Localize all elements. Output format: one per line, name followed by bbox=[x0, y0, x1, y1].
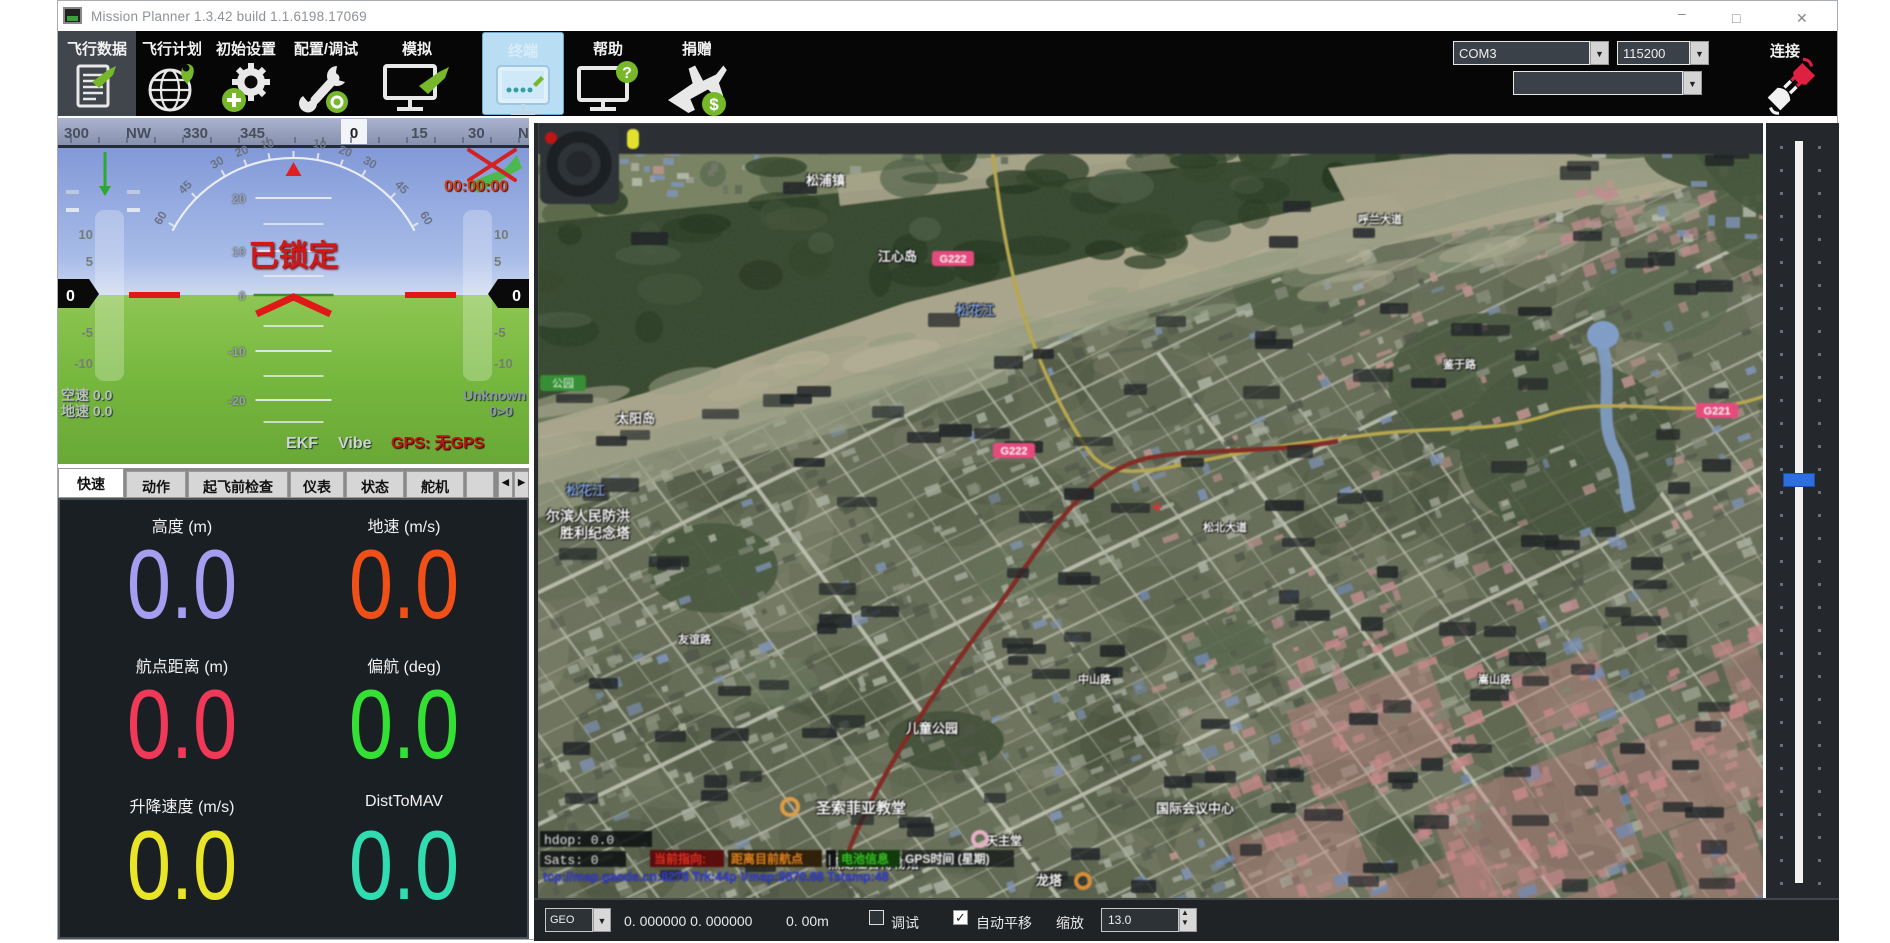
svg-text:-5: -5 bbox=[81, 325, 93, 340]
svg-text:10: 10 bbox=[494, 227, 508, 242]
svg-text:300: 300 bbox=[64, 125, 89, 142]
svg-text:10: 10 bbox=[260, 136, 276, 152]
svg-text:Unknown: Unknown bbox=[463, 387, 526, 403]
svg-text:-20: -20 bbox=[228, 394, 246, 408]
svg-text:?: ? bbox=[622, 65, 632, 82]
svg-text:15: 15 bbox=[411, 125, 428, 142]
svg-text:当前指向:: 当前指向: bbox=[654, 851, 706, 866]
svg-text:Vibe: Vibe bbox=[338, 435, 372, 452]
svg-text:10: 10 bbox=[79, 227, 93, 242]
svg-text:$: $ bbox=[709, 95, 719, 114]
svg-text:10: 10 bbox=[232, 245, 246, 259]
svg-text:地速 0.0: 地速 0.0 bbox=[61, 403, 113, 419]
svg-text:-10: -10 bbox=[494, 356, 513, 371]
svg-text:-5: -5 bbox=[494, 325, 506, 340]
svg-text:tcp://map.gaode.cn:8278 Trk:44: tcp://map.gaode.cn:8278 Trk:44p Vmap:987… bbox=[543, 870, 889, 884]
svg-text:00:00:00: 00:00:00 bbox=[444, 178, 508, 195]
svg-text:hdop: 0.0: hdop: 0.0 bbox=[544, 833, 614, 848]
svg-text:20: 20 bbox=[232, 192, 246, 206]
svg-text:5: 5 bbox=[86, 254, 93, 269]
svg-text:330: 330 bbox=[183, 125, 208, 142]
svg-text:电池信息: 电池信息 bbox=[841, 851, 889, 866]
svg-text:0: 0 bbox=[512, 288, 521, 305]
svg-text:10: 10 bbox=[312, 136, 328, 152]
svg-text:-10: -10 bbox=[228, 345, 246, 359]
svg-text:距离目前航点: 距离目前航点 bbox=[731, 851, 803, 866]
svg-text:Sats: 0: Sats: 0 bbox=[544, 853, 599, 868]
svg-text:空速 0.0: 空速 0.0 bbox=[61, 387, 113, 403]
svg-text:-10: -10 bbox=[74, 356, 93, 371]
svg-text:已锁定: 已锁定 bbox=[249, 239, 339, 273]
svg-text:EKF: EKF bbox=[286, 435, 318, 452]
svg-text:0: 0 bbox=[66, 288, 75, 305]
svg-text:GPS时间 (星期): GPS时间 (星期) bbox=[905, 851, 990, 866]
svg-text:0>0: 0>0 bbox=[489, 403, 513, 419]
svg-text:GPS: 无GPS: GPS: 无GPS bbox=[391, 434, 485, 452]
svg-text:5: 5 bbox=[494, 254, 501, 269]
svg-text:0: 0 bbox=[239, 289, 246, 303]
svg-text:NW: NW bbox=[126, 125, 152, 142]
svg-text:|: | bbox=[828, 852, 831, 866]
svg-text:30: 30 bbox=[468, 125, 485, 142]
